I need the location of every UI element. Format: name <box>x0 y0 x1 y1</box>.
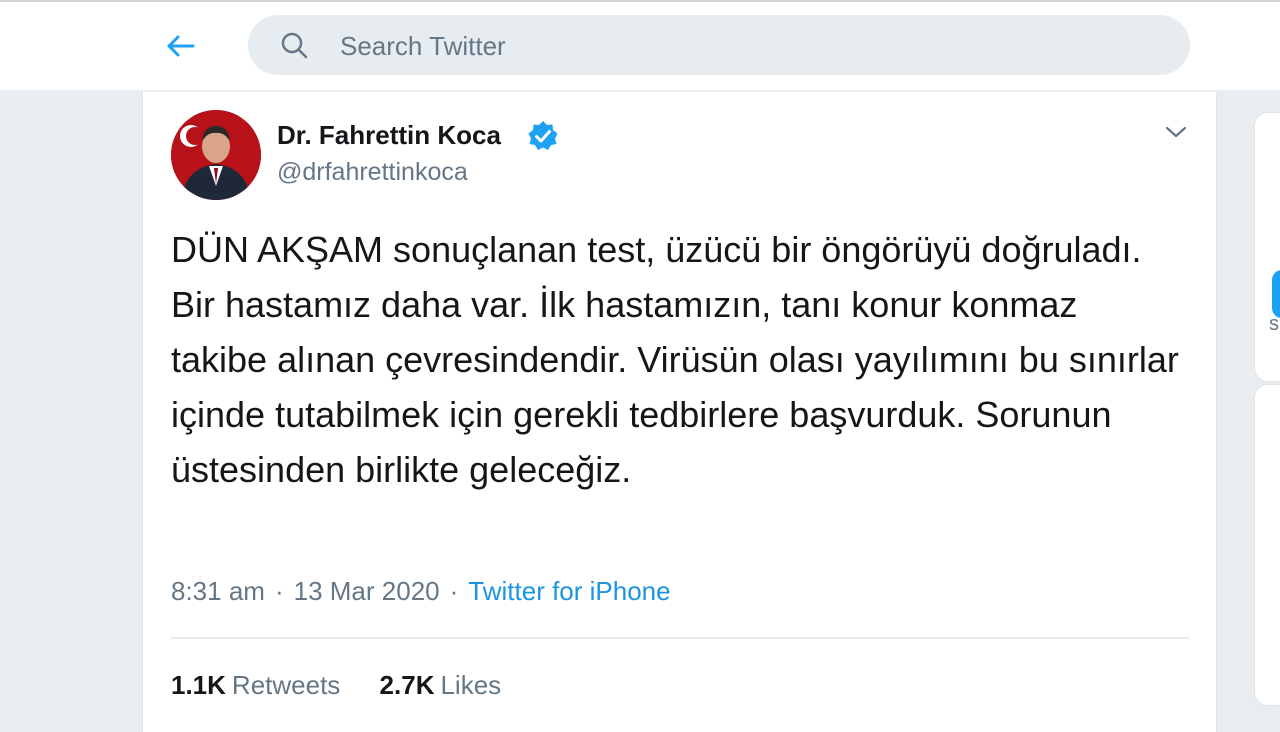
tweet-date[interactable]: 13 Mar 2020 <box>294 576 440 606</box>
author-name[interactable]: Dr. Fahrettin Koca <box>277 120 501 151</box>
likes-count: 2.7K <box>379 670 435 700</box>
likes-label: Likes <box>440 670 502 700</box>
top-bar <box>0 0 1280 90</box>
verified-badge-icon <box>528 121 558 150</box>
retweets-count: 1.1K <box>171 670 226 700</box>
meta-separator: · <box>449 576 459 606</box>
more-options-button[interactable] <box>1161 120 1191 144</box>
back-arrow-icon <box>167 35 195 57</box>
sidebar-card-top: s <box>1254 112 1280 382</box>
retweets-stat[interactable]: 1.1K Retweets <box>171 670 340 700</box>
tweet-source-link[interactable]: Twitter for iPhone <box>468 576 670 606</box>
chevron-down-icon <box>1165 126 1187 138</box>
search-input[interactable] <box>338 25 1162 67</box>
author-handle[interactable]: @drfahrettinkoca <box>277 158 468 187</box>
search-box[interactable] <box>248 15 1190 75</box>
sidebar-follow-button-partial[interactable] <box>1272 270 1280 318</box>
back-button[interactable] <box>160 28 200 64</box>
likes-stat[interactable]: 2.7K Likes <box>380 670 502 700</box>
search-icon <box>281 32 308 59</box>
tweet-card: Dr. Fahrettin Koca @drfahrettinkoca DÜN … <box>142 92 1217 732</box>
tweet-metadata: 8:31 am · 13 Mar 2020 · Twitter for iPhone <box>171 576 671 607</box>
tweet-stats: 1.1K Retweets 2.7K Likes <box>171 670 533 701</box>
tweet-time[interactable]: 8:31 am <box>171 576 265 606</box>
tweet-text: DÜN AKŞAM sonuçlanan test, üzücü bir öng… <box>171 229 1179 490</box>
divider <box>171 637 1189 639</box>
avatar-image <box>171 110 261 200</box>
retweets-label: Retweets <box>231 670 341 700</box>
meta-separator: · <box>274 576 284 606</box>
sidebar-card-bottom <box>1254 384 1280 706</box>
avatar[interactable] <box>171 110 261 200</box>
